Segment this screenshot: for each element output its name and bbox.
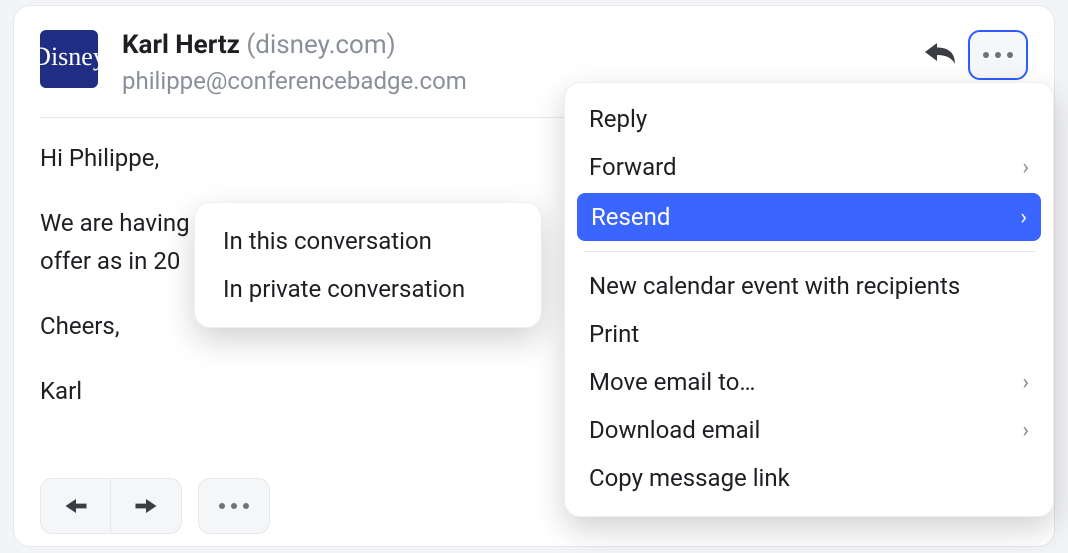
more-icon bbox=[983, 52, 1013, 58]
menu-move-email-to[interactable]: Move email to… › bbox=[565, 358, 1053, 406]
sender-domain: (disney.com) bbox=[246, 30, 395, 60]
menu-resend[interactable]: Resend › bbox=[577, 193, 1041, 241]
more-actions-button[interactable] bbox=[968, 30, 1028, 80]
menu-separator bbox=[583, 251, 1035, 252]
chevron-right-icon: › bbox=[1020, 205, 1027, 230]
menu-new-calendar-event[interactable]: New calendar event with recipients bbox=[565, 262, 1053, 310]
arrow-right-icon bbox=[132, 495, 160, 517]
avatar: Disney bbox=[40, 30, 98, 88]
menu-print[interactable]: Print bbox=[565, 310, 1053, 358]
chevron-right-icon: › bbox=[1022, 370, 1029, 395]
arrow-left-icon bbox=[62, 495, 90, 517]
menu-copy-message-link[interactable]: Copy message link bbox=[565, 454, 1053, 502]
top-actions bbox=[922, 30, 1028, 80]
menu-reply[interactable]: Reply bbox=[565, 95, 1053, 143]
sender-name: Karl Hertz bbox=[122, 30, 240, 60]
menu-download-email[interactable]: Download email › bbox=[565, 406, 1053, 454]
submenu-in-private-conversation[interactable]: In private conversation bbox=[195, 265, 541, 313]
next-button[interactable] bbox=[111, 479, 181, 533]
sender-line: Karl Hertz (disney.com) bbox=[122, 30, 467, 61]
prev-button[interactable] bbox=[41, 479, 111, 533]
nav-button-group bbox=[40, 478, 182, 534]
resend-submenu: In this conversation In private conversa… bbox=[194, 202, 542, 328]
menu-forward[interactable]: Forward › bbox=[565, 143, 1053, 191]
submenu-in-this-conversation[interactable]: In this conversation bbox=[195, 217, 541, 265]
chevron-right-icon: › bbox=[1022, 155, 1029, 180]
sender-block: Karl Hertz (disney.com) philippe@confere… bbox=[122, 30, 467, 95]
recipient-line: philippe@conferencebadge.com bbox=[122, 67, 467, 95]
reply-icon[interactable] bbox=[922, 38, 958, 72]
bottom-more-button[interactable] bbox=[198, 478, 270, 534]
more-icon bbox=[219, 503, 249, 509]
bottom-toolbar bbox=[40, 478, 270, 534]
actions-menu: Reply Forward › Resend › New calendar ev… bbox=[564, 82, 1054, 517]
avatar-label: Disney bbox=[32, 42, 106, 72]
chevron-right-icon: › bbox=[1022, 418, 1029, 443]
